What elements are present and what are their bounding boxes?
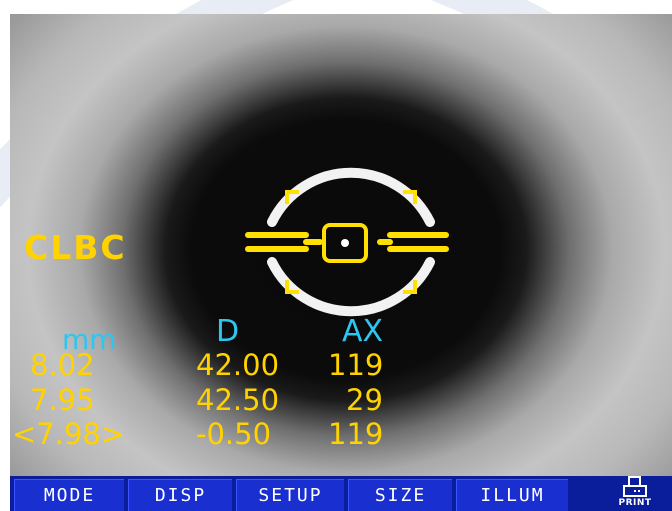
mode-button[interactable]: MODE — [14, 479, 124, 511]
print-label: PRINT — [618, 498, 652, 508]
print-button[interactable]: PRINT — [598, 476, 672, 511]
row1-ax: 119 — [328, 348, 384, 382]
illum-button[interactable]: ILLUM — [456, 479, 568, 511]
printer-icon — [623, 476, 647, 497]
header-ax: AX — [342, 314, 384, 349]
row2-d: 42.50 — [196, 383, 280, 417]
row1-d: 42.00 — [196, 348, 280, 382]
row3-ax: 119 — [328, 417, 384, 451]
measurement-readout: mm D AX 8.02 42.00 119 7.95 42.50 29 <7.… — [10, 14, 672, 511]
row3-mm: <7.98> — [12, 417, 126, 451]
bottom-menu-bar: MODE DISP SETUP SIZE ILLUM PRINT — [10, 476, 672, 511]
header-d: D — [216, 314, 240, 349]
row1-mm: 8.02 — [30, 348, 95, 382]
row2-mm: 7.95 — [30, 383, 95, 417]
row3-d: -0.50 — [196, 417, 272, 451]
keratometer-screen: CLBC mm D AX 8.02 42.00 119 7.95 42.50 2… — [10, 14, 672, 511]
disp-button[interactable]: DISP — [128, 479, 232, 511]
row2-ax: 29 — [346, 383, 383, 417]
setup-button[interactable]: SETUP — [236, 479, 344, 511]
size-button[interactable]: SIZE — [348, 479, 452, 511]
